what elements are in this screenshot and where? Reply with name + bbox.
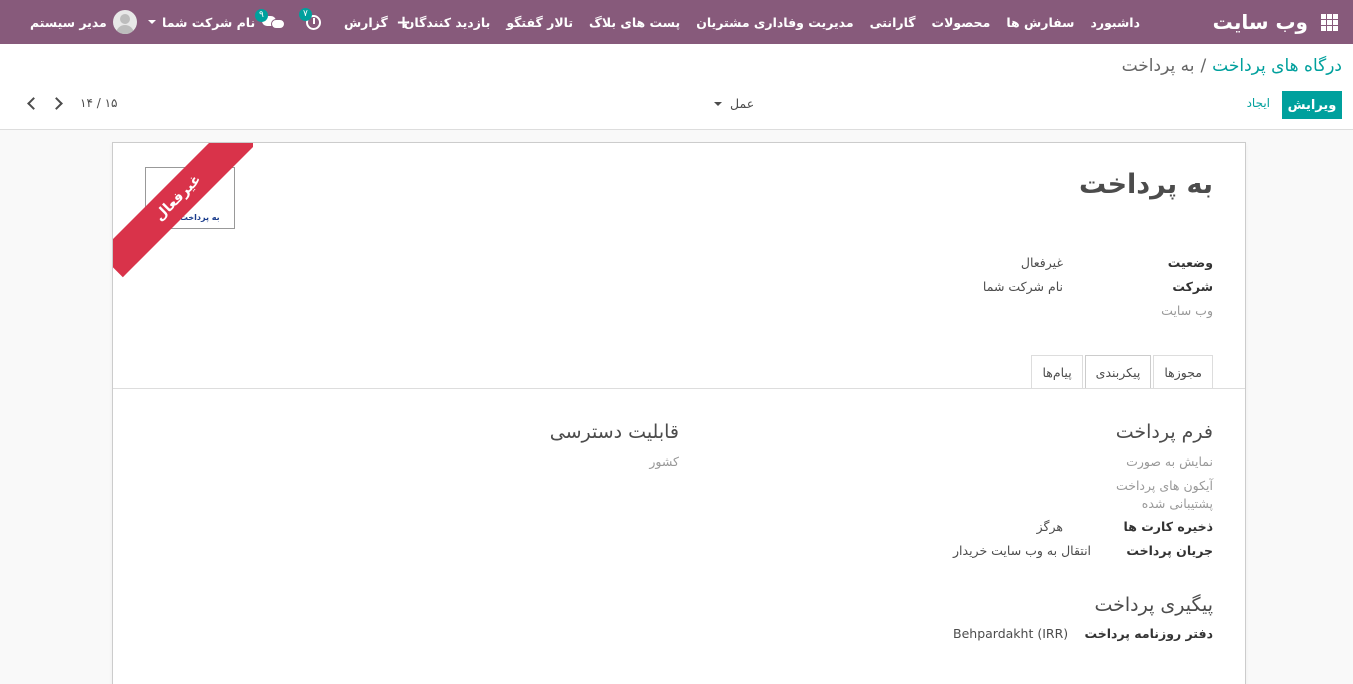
control-panel: درگاه های پرداخت/به پرداخت ویرایش ایجاد … [0,44,1353,130]
menu-item-warranty[interactable]: گارانتی [862,15,924,30]
supported-icons-label-line-2: پشتیبانی شده [1141,496,1213,511]
chevron-down-icon [714,101,722,106]
company-label: شرکت [1172,279,1213,294]
field-payment-flow: جریان پرداخت انتقال به وب سایت خریدار [953,543,1213,558]
field-payment-journal: دفتر روزنامه پرداخت Behpardakht (IRR) [953,626,1213,641]
breadcrumb-current: به پرداخت [1121,56,1195,76]
avatar [112,10,137,34]
app-brand-title[interactable]: وب سایت [1213,0,1308,44]
record-title: به پرداخت [1079,169,1213,200]
chevron-down-icon [148,20,156,24]
action-dropdown[interactable]: عمل [714,96,754,111]
breadcrumb-separator: / [1200,56,1207,76]
menu-item-products[interactable]: محصولات [924,15,999,30]
tab-messages[interactable]: پیام‌ها [1031,355,1083,388]
menu-item-reporting[interactable]: گزارش [336,15,396,30]
pager-previous-icon[interactable] [24,94,38,112]
pager-value[interactable]: ۱۴ / ۱۵ [80,96,117,110]
action-label: عمل [730,96,755,111]
menu-item-orders[interactable]: سفارش ها [998,15,1082,30]
menu-item-visitors[interactable]: بازدید کنندگان [396,15,499,30]
website-label: وب سایت [1161,303,1213,318]
field-company: شرکت نام شرکت شما [953,279,1213,294]
activity-count-badge: ۷ [299,7,312,21]
menu-item-blog-posts[interactable]: پست های بلاگ [581,15,688,30]
tab-configuration[interactable]: پیکربندی [1084,355,1152,388]
display-as-label: نمایش به صورت [1126,454,1213,469]
payment-flow-value[interactable]: انتقال به وب سایت خریدار [953,543,1091,558]
form-sheet: به پرداخت ملت غیرفعال به پرداخت وضعیت غی… [112,142,1246,684]
quick-create-plus-icon[interactable]: + [396,0,411,44]
field-website: وب سایت [953,303,1213,318]
menu-item-loyalty[interactable]: مدیریت وفاداری مشتریان [688,15,861,30]
payment-followup-title: پیگیری پرداخت [1094,594,1213,616]
state-value[interactable]: غیرفعال [1021,255,1063,270]
pager-next-icon[interactable] [50,94,64,112]
user-name: مدیر سیستم [30,14,107,30]
tab-divider [113,388,1245,389]
ribbon-label: غیرفعال [113,143,253,278]
notebook-tabs: مجوزها پیکربندی پیام‌ها [1029,355,1213,388]
top-navbar: وب سایت داشبورد سفارش ها محصولات گارانتی… [0,0,1353,44]
menu-item-dashboard[interactable]: داشبورد [1082,15,1148,30]
create-button[interactable]: ایجاد [1247,96,1270,110]
company-switcher[interactable]: نام شرکت شما [148,0,255,44]
inactive-ribbon: غیرفعال [113,143,253,283]
field-state: وضعیت غیرفعال [953,255,1213,270]
save-cards-value[interactable]: هرگز [1037,519,1063,534]
tab-credentials[interactable]: مجوزها [1153,355,1213,388]
edit-button[interactable]: ویرایش [1282,91,1342,119]
payment-form-title: فرم پرداخت [1115,421,1213,443]
availability-title: قابلیت دسترسی [549,421,679,443]
company-name: نام شرکت شما [162,14,256,30]
supported-icons-label: آیکون های پرداخت پشتیبانی شده [1116,477,1213,513]
payment-flow-label: جریان پرداخت [1126,543,1213,558]
country-label: کشور [649,454,679,469]
main-menu: داشبورد سفارش ها محصولات گارانتی مدیریت … [336,0,1148,44]
state-label: وضعیت [1167,255,1213,270]
supported-icons-label-line-1: آیکون های پرداخت [1115,478,1213,493]
field-save-cards: ذخیره کارت ها هرگز [953,519,1213,534]
activity-button[interactable]: ۷ [299,0,321,44]
payment-journal-label: دفتر روزنامه پرداخت [1084,626,1213,641]
breadcrumb: درگاه های پرداخت/به پرداخت [1122,56,1342,76]
company-value[interactable]: نام شرکت شما [983,279,1063,294]
save-cards-label: ذخیره کارت ها [1123,519,1213,534]
user-menu[interactable]: مدیر سیستم [30,0,137,44]
payment-journal-link[interactable]: Behpardakht (IRR) [953,626,1068,641]
menu-item-forum[interactable]: تالار گفتگو [498,15,581,30]
apps-menu-icon[interactable] [1321,0,1341,44]
messages-count-badge: ۹ [255,8,268,22]
breadcrumb-parent-link[interactable]: درگاه های پرداخت [1212,56,1342,76]
messages-button[interactable]: ۹ [255,0,286,44]
